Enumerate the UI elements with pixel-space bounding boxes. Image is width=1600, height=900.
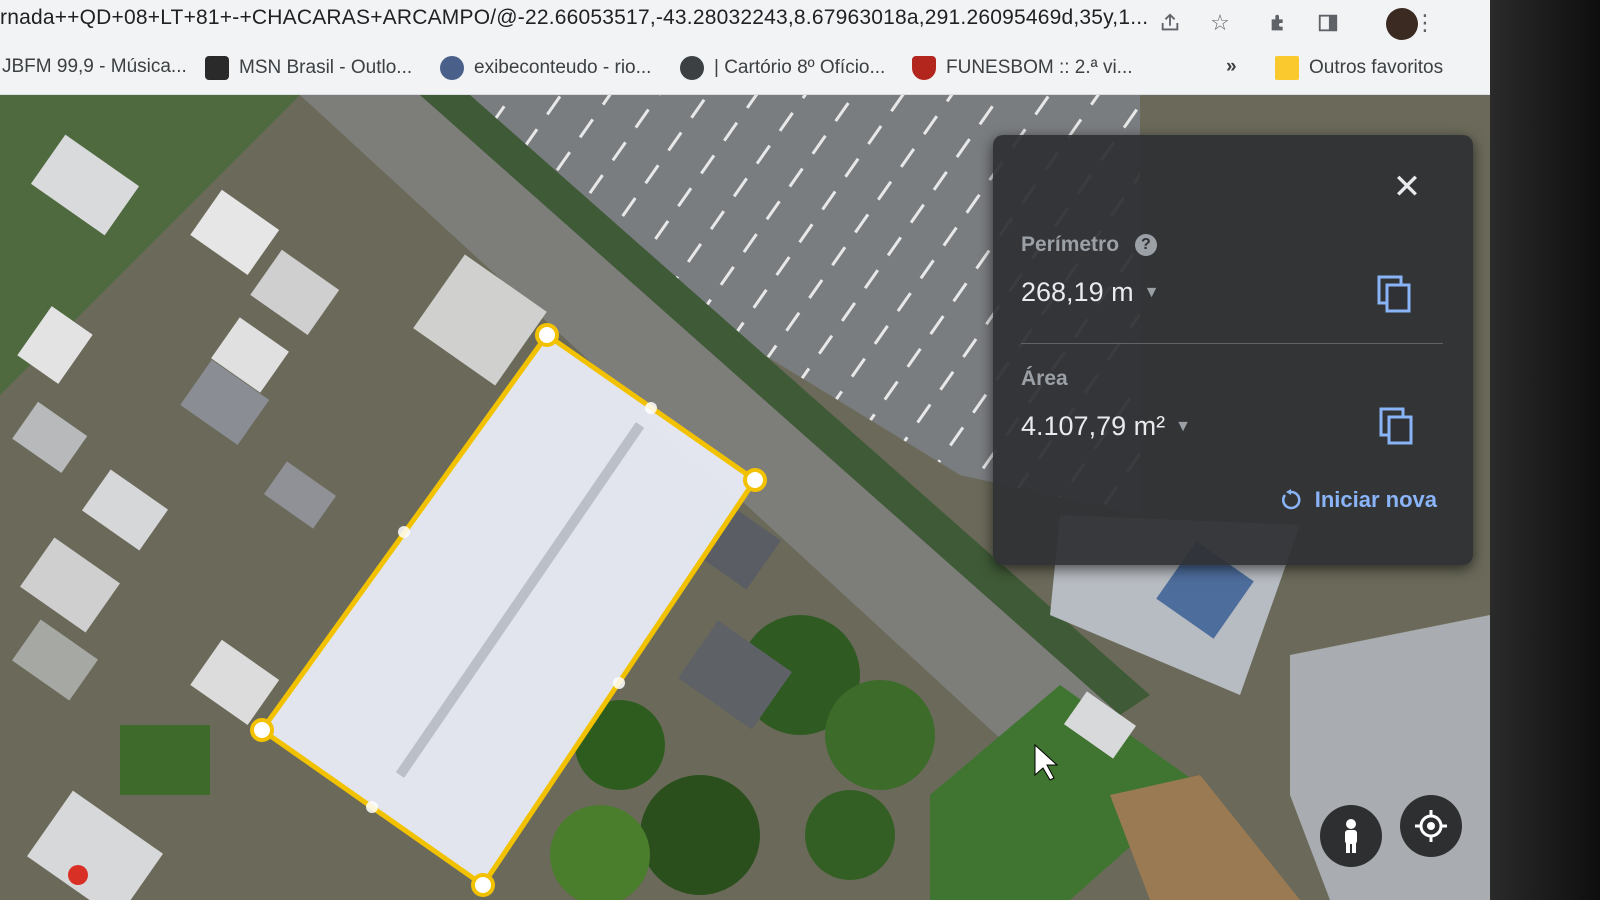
msn-icon xyxy=(205,56,229,80)
shield-icon xyxy=(912,56,936,80)
area-value-dropdown[interactable]: 4.107,79 m² ▼ xyxy=(1021,411,1191,442)
bookmarks-bar: JBFM 99,9 - Música... MSN Brasil - Outlo… xyxy=(0,46,1490,95)
perimeter-value: 268,19 m xyxy=(1021,277,1134,307)
overflow-chevron-icon: » xyxy=(1226,56,1237,77)
copy-icon xyxy=(1379,407,1413,445)
share-icon[interactable] xyxy=(1155,8,1185,38)
bookmark-exibeconteudo[interactable]: exibeconteudo - rio... xyxy=(440,56,651,80)
globe-icon xyxy=(680,56,704,80)
rio-icon xyxy=(440,56,464,80)
satellite-map[interactable]: ✕ Perímetro ? 268,19 m ▼ Área 4.107,79 m… xyxy=(0,95,1490,900)
area-label: Área xyxy=(1021,367,1068,390)
area-value: 4.107,79 m² xyxy=(1021,411,1166,441)
bookmark-label: | Cartório 8º Ofício... xyxy=(714,57,886,78)
restart-measure-button[interactable]: Iniciar nova xyxy=(1279,487,1437,513)
bookmark-label: JBFM 99,9 - Música... xyxy=(2,56,187,77)
bookmark-msn[interactable]: MSN Brasil - Outlo... xyxy=(205,56,412,80)
bookmark-label: Outros favoritos xyxy=(1309,57,1444,78)
perimeter-label: Perímetro xyxy=(1021,233,1120,256)
bookmarks-overflow-button[interactable]: » xyxy=(1226,56,1237,78)
pegman-icon xyxy=(1345,819,1357,853)
help-icon[interactable]: ? xyxy=(1134,234,1157,257)
divider xyxy=(1021,343,1443,344)
perimeter-label-row: Perímetro ? xyxy=(1021,233,1157,257)
sidepanel-icon[interactable] xyxy=(1313,8,1343,38)
monitor-bezel xyxy=(1490,0,1600,900)
extensions-icon[interactable] xyxy=(1264,8,1294,38)
bookmark-label: MSN Brasil - Outlo... xyxy=(239,57,413,78)
bookmark-jbfm[interactable]: JBFM 99,9 - Música... xyxy=(2,56,187,78)
restart-label: Iniciar nova xyxy=(1314,487,1437,512)
bookmark-label: FUNESBOM :: 2.ª vi... xyxy=(946,57,1133,78)
perimeter-value-dropdown[interactable]: 268,19 m ▼ xyxy=(1021,277,1159,308)
pegman-button[interactable] xyxy=(1320,805,1382,867)
copy-perimeter-button[interactable] xyxy=(1377,275,1411,313)
copy-icon xyxy=(1377,275,1411,313)
address-bar[interactable]: rnada++QD+08+LT+81+-+CHACARAS+ARCAMPO/@-… xyxy=(0,0,1490,46)
bookmark-cartorio[interactable]: | Cartório 8º Ofício... xyxy=(680,56,885,80)
folder-icon xyxy=(1275,56,1299,80)
copy-area-button[interactable] xyxy=(1379,407,1413,445)
bookmark-funesbom[interactable]: FUNESBOM :: 2.ª vi... xyxy=(912,56,1133,80)
measure-panel: ✕ Perímetro ? 268,19 m ▼ Área 4.107,79 m… xyxy=(993,135,1473,565)
star-icon[interactable]: ☆ xyxy=(1205,8,1235,38)
other-bookmarks-folder[interactable]: Outros favoritos xyxy=(1275,56,1443,80)
url-text[interactable]: rnada++QD+08+LT+81+-+CHACARAS+ARCAMPO/@-… xyxy=(0,6,1160,30)
dropdown-caret-icon: ▼ xyxy=(1175,417,1191,435)
my-location-icon xyxy=(1415,810,1447,842)
restart-icon xyxy=(1281,489,1301,510)
my-location-button[interactable] xyxy=(1400,795,1462,857)
menu-icon[interactable]: ⋮ xyxy=(1410,8,1440,38)
close-button[interactable]: ✕ xyxy=(1389,169,1425,205)
dropdown-caret-icon: ▼ xyxy=(1143,283,1160,301)
bookmark-label: exibeconteudo - rio... xyxy=(474,57,652,78)
